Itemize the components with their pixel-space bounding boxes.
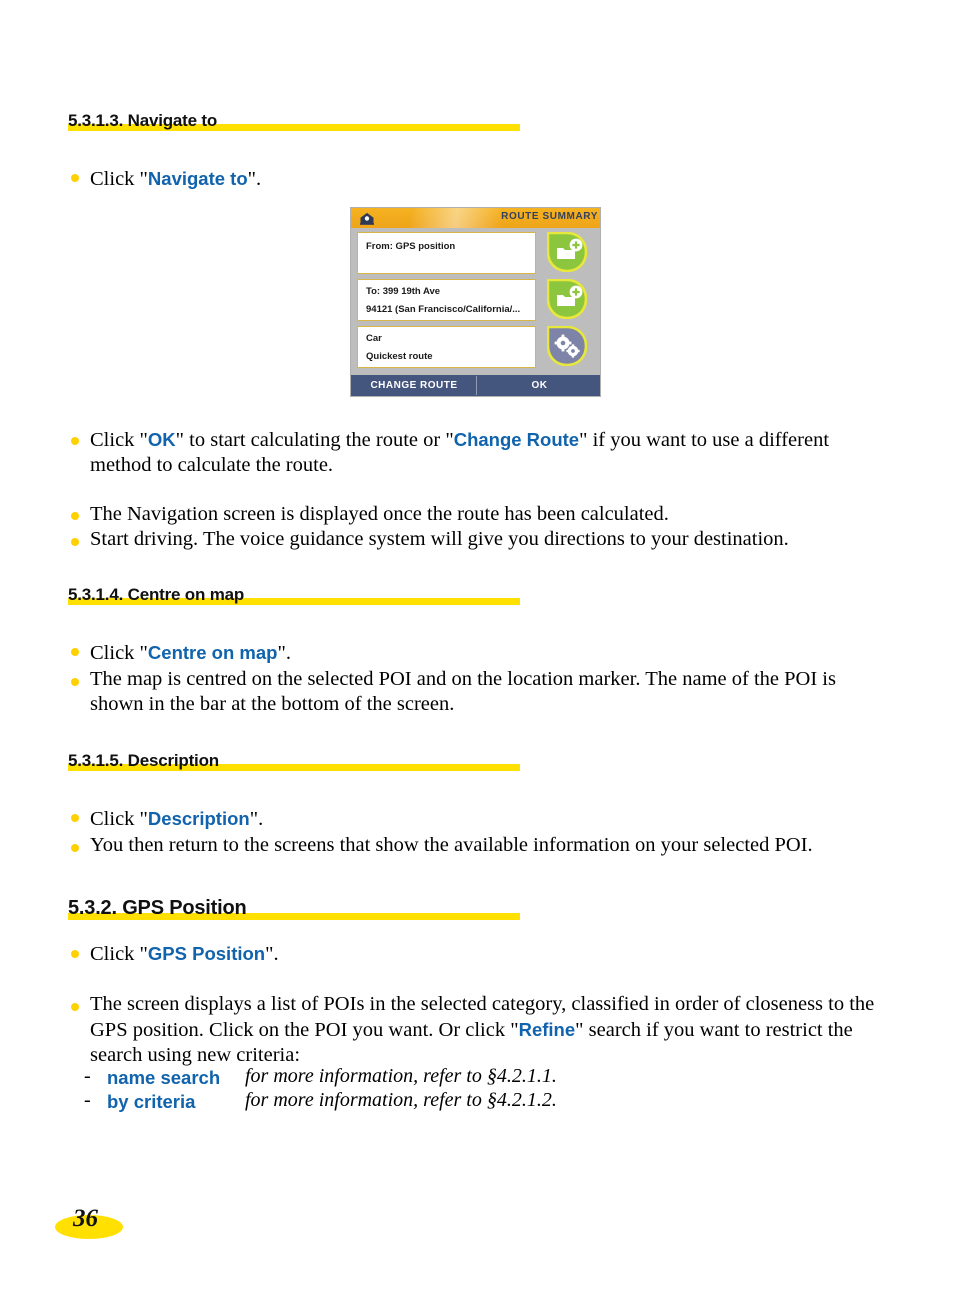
device-button-change-route[interactable]: CHANGE ROUTE — [351, 375, 477, 396]
paragraph-click-description: Click "Description". — [90, 806, 930, 832]
heading-centre-on-map: 5.3.1.4. Centre on map — [68, 585, 248, 605]
bullet-marker — [71, 538, 79, 546]
text-run: You then return to the screens that show… — [90, 834, 813, 856]
keyword-refine: Refine — [518, 1019, 576, 1040]
paragraph-ok-change-route: Click "OK" to start calculating the rout… — [90, 427, 890, 478]
bullet-marker — [71, 950, 79, 958]
bullet-marker — [71, 844, 79, 852]
text-run: The Navigation screen is displayed once … — [90, 503, 669, 525]
device-field-route-line1: Car — [366, 333, 382, 344]
text-run: Click " — [90, 808, 148, 830]
device-screen-title: ROUTE SUMMARY — [501, 211, 598, 222]
text-run: ". — [247, 168, 262, 190]
heading-gps-position-text: 5.3.2. GPS Position — [68, 897, 247, 919]
text-run: The map is centred on the selected POI a… — [90, 668, 836, 715]
home-icon[interactable] — [359, 212, 375, 225]
text-run: Click " — [90, 642, 148, 664]
device-field-from[interactable]: From: GPS position — [357, 232, 536, 274]
bullet-marker — [71, 648, 79, 656]
bullet-marker — [71, 437, 79, 445]
paragraph-click-centre-on-map: Click "Centre on map". — [90, 640, 930, 666]
sub-item-dash: - — [84, 1065, 91, 1087]
device-field-route-mode[interactable]: Car Quickest route — [357, 326, 536, 368]
heading-gps-position: 5.3.2. GPS Position — [68, 897, 250, 920]
device-screenshot-route-summary: ROUTE SUMMARY From: GPS position To: 399… — [350, 207, 601, 397]
text-run: Start driving. The voice guidance system… — [90, 528, 789, 550]
text-run: ". — [265, 943, 279, 965]
keyword-navigate-to: Navigate to — [147, 168, 248, 189]
sub-item-by-criteria-reference: for more information, refer to §4.2.1.2. — [245, 1089, 557, 1111]
sub-item-by-criteria[interactable]: by criteria — [107, 1091, 195, 1113]
heading-description: 5.3.1.5. Description — [68, 751, 223, 771]
text-run: ". — [249, 808, 264, 830]
text-run: ". — [277, 642, 291, 664]
header-sheen — [411, 208, 501, 228]
paragraph-click-gps-position: Click "GPS Position". — [90, 941, 930, 967]
route-settings-gears-icon[interactable] — [546, 325, 588, 367]
bullet-marker — [71, 174, 79, 182]
sub-item-dash: - — [84, 1089, 91, 1111]
sub-item-name-search[interactable]: name search — [107, 1067, 220, 1089]
keyword-gps-position: GPS Position — [147, 943, 266, 964]
paragraph-start-driving: Start driving. The voice guidance system… — [90, 527, 940, 552]
device-body: From: GPS position To: 399 19th Ave 9412… — [351, 228, 600, 375]
keyword-centre-on-map: Centre on map — [147, 642, 278, 663]
paragraph-map-centred: The map is centred on the selected POI a… — [90, 667, 890, 717]
bullet-marker — [71, 814, 79, 822]
device-field-to[interactable]: To: 399 19th Ave 94121 (San Francisco/Ca… — [357, 279, 536, 321]
bullet-marker — [71, 512, 79, 520]
keyword-ok: OK — [147, 429, 176, 450]
device-field-to-line2: 94121 (San Francisco/California/... — [366, 304, 521, 315]
paragraph-return-to-screens: You then return to the screens that show… — [90, 833, 940, 858]
add-waypoint-end-icon[interactable] — [546, 278, 588, 320]
text-run: Click " — [90, 943, 148, 965]
keyword-change-route: Change Route — [453, 429, 580, 450]
device-header-bar: ROUTE SUMMARY — [351, 208, 600, 228]
page-number-text: 36 — [73, 1205, 98, 1232]
device-field-route-line2: Quickest route — [366, 351, 433, 362]
text-run: Click " — [90, 168, 148, 190]
add-waypoint-start-icon[interactable] — [546, 231, 588, 273]
device-field-from-line1: From: GPS position — [366, 241, 456, 252]
paragraph-click-navigate-to: Click "Navigate to". — [90, 166, 930, 192]
paragraph-poi-list-refine: The screen displays a list of POIs in th… — [90, 992, 890, 1068]
sub-item-name-search-reference: for more information, refer to §4.2.1.1. — [245, 1065, 557, 1087]
text-run: Click " — [90, 429, 148, 451]
keyword-description: Description — [147, 808, 250, 829]
device-footer-bar: CHANGE ROUTE OK — [351, 375, 600, 396]
device-button-ok[interactable]: OK — [477, 375, 600, 396]
device-field-to-line1: To: 399 19th Ave — [366, 286, 441, 297]
bullet-marker — [71, 1003, 79, 1011]
document-page: 5.3.1.3. Navigate to Click "Navigate to"… — [0, 0, 954, 1304]
heading-centre-on-map-text: 5.3.1.4. Centre on map — [68, 585, 245, 604]
page-number: 36 — [55, 1205, 135, 1239]
paragraph-navigation-screen: The Navigation screen is displayed once … — [90, 502, 930, 527]
bullet-marker — [71, 678, 79, 686]
heading-navigate-to-text: 5.3.1.3. Navigate to — [68, 111, 218, 130]
text-run: " to start calculating the route or " — [175, 429, 454, 451]
heading-description-text: 5.3.1.5. Description — [68, 751, 219, 770]
heading-navigate-to: 5.3.1.3. Navigate to — [68, 111, 221, 131]
